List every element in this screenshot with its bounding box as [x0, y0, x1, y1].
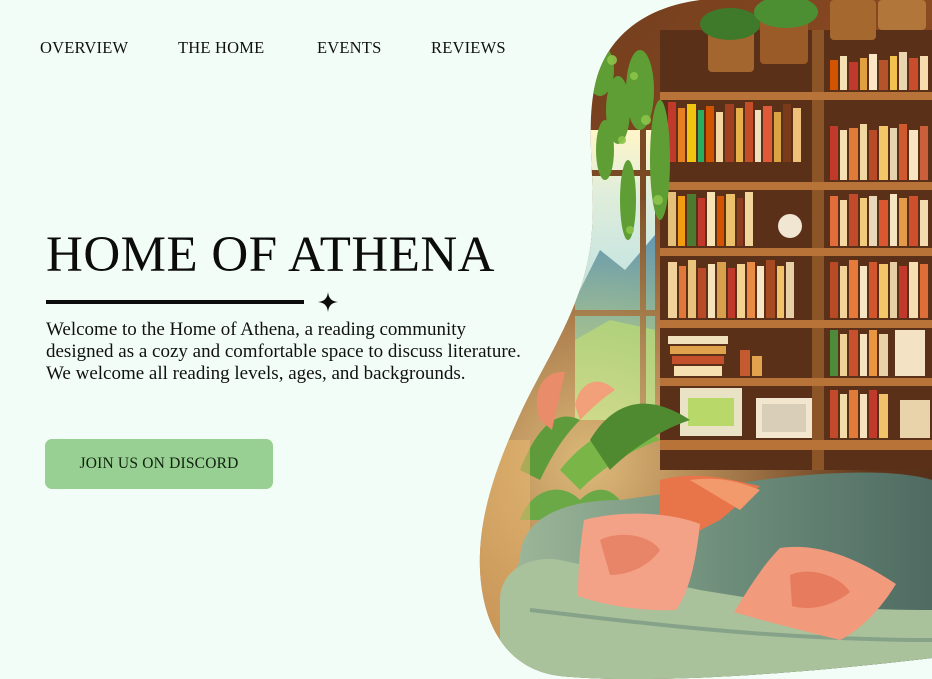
four-point-star-icon	[318, 292, 338, 312]
nav-link-reviews[interactable]: REVIEWS	[431, 38, 506, 58]
hero-description: Welcome to the Home of Athena, a reading…	[46, 319, 521, 384]
page: OVERVIEW THE HOME EVENTS REVIEWS HOME OF…	[0, 0, 932, 679]
nav-link-overview[interactable]: OVERVIEW	[40, 38, 128, 58]
join-discord-button[interactable]: JOIN US ON DISCORD	[45, 439, 273, 489]
nav-link-the-home[interactable]: THE HOME	[178, 38, 264, 58]
nav-link-events[interactable]: EVENTS	[317, 38, 381, 58]
title-divider	[46, 300, 304, 304]
page-title: HOME OF ATHENA	[46, 227, 496, 283]
